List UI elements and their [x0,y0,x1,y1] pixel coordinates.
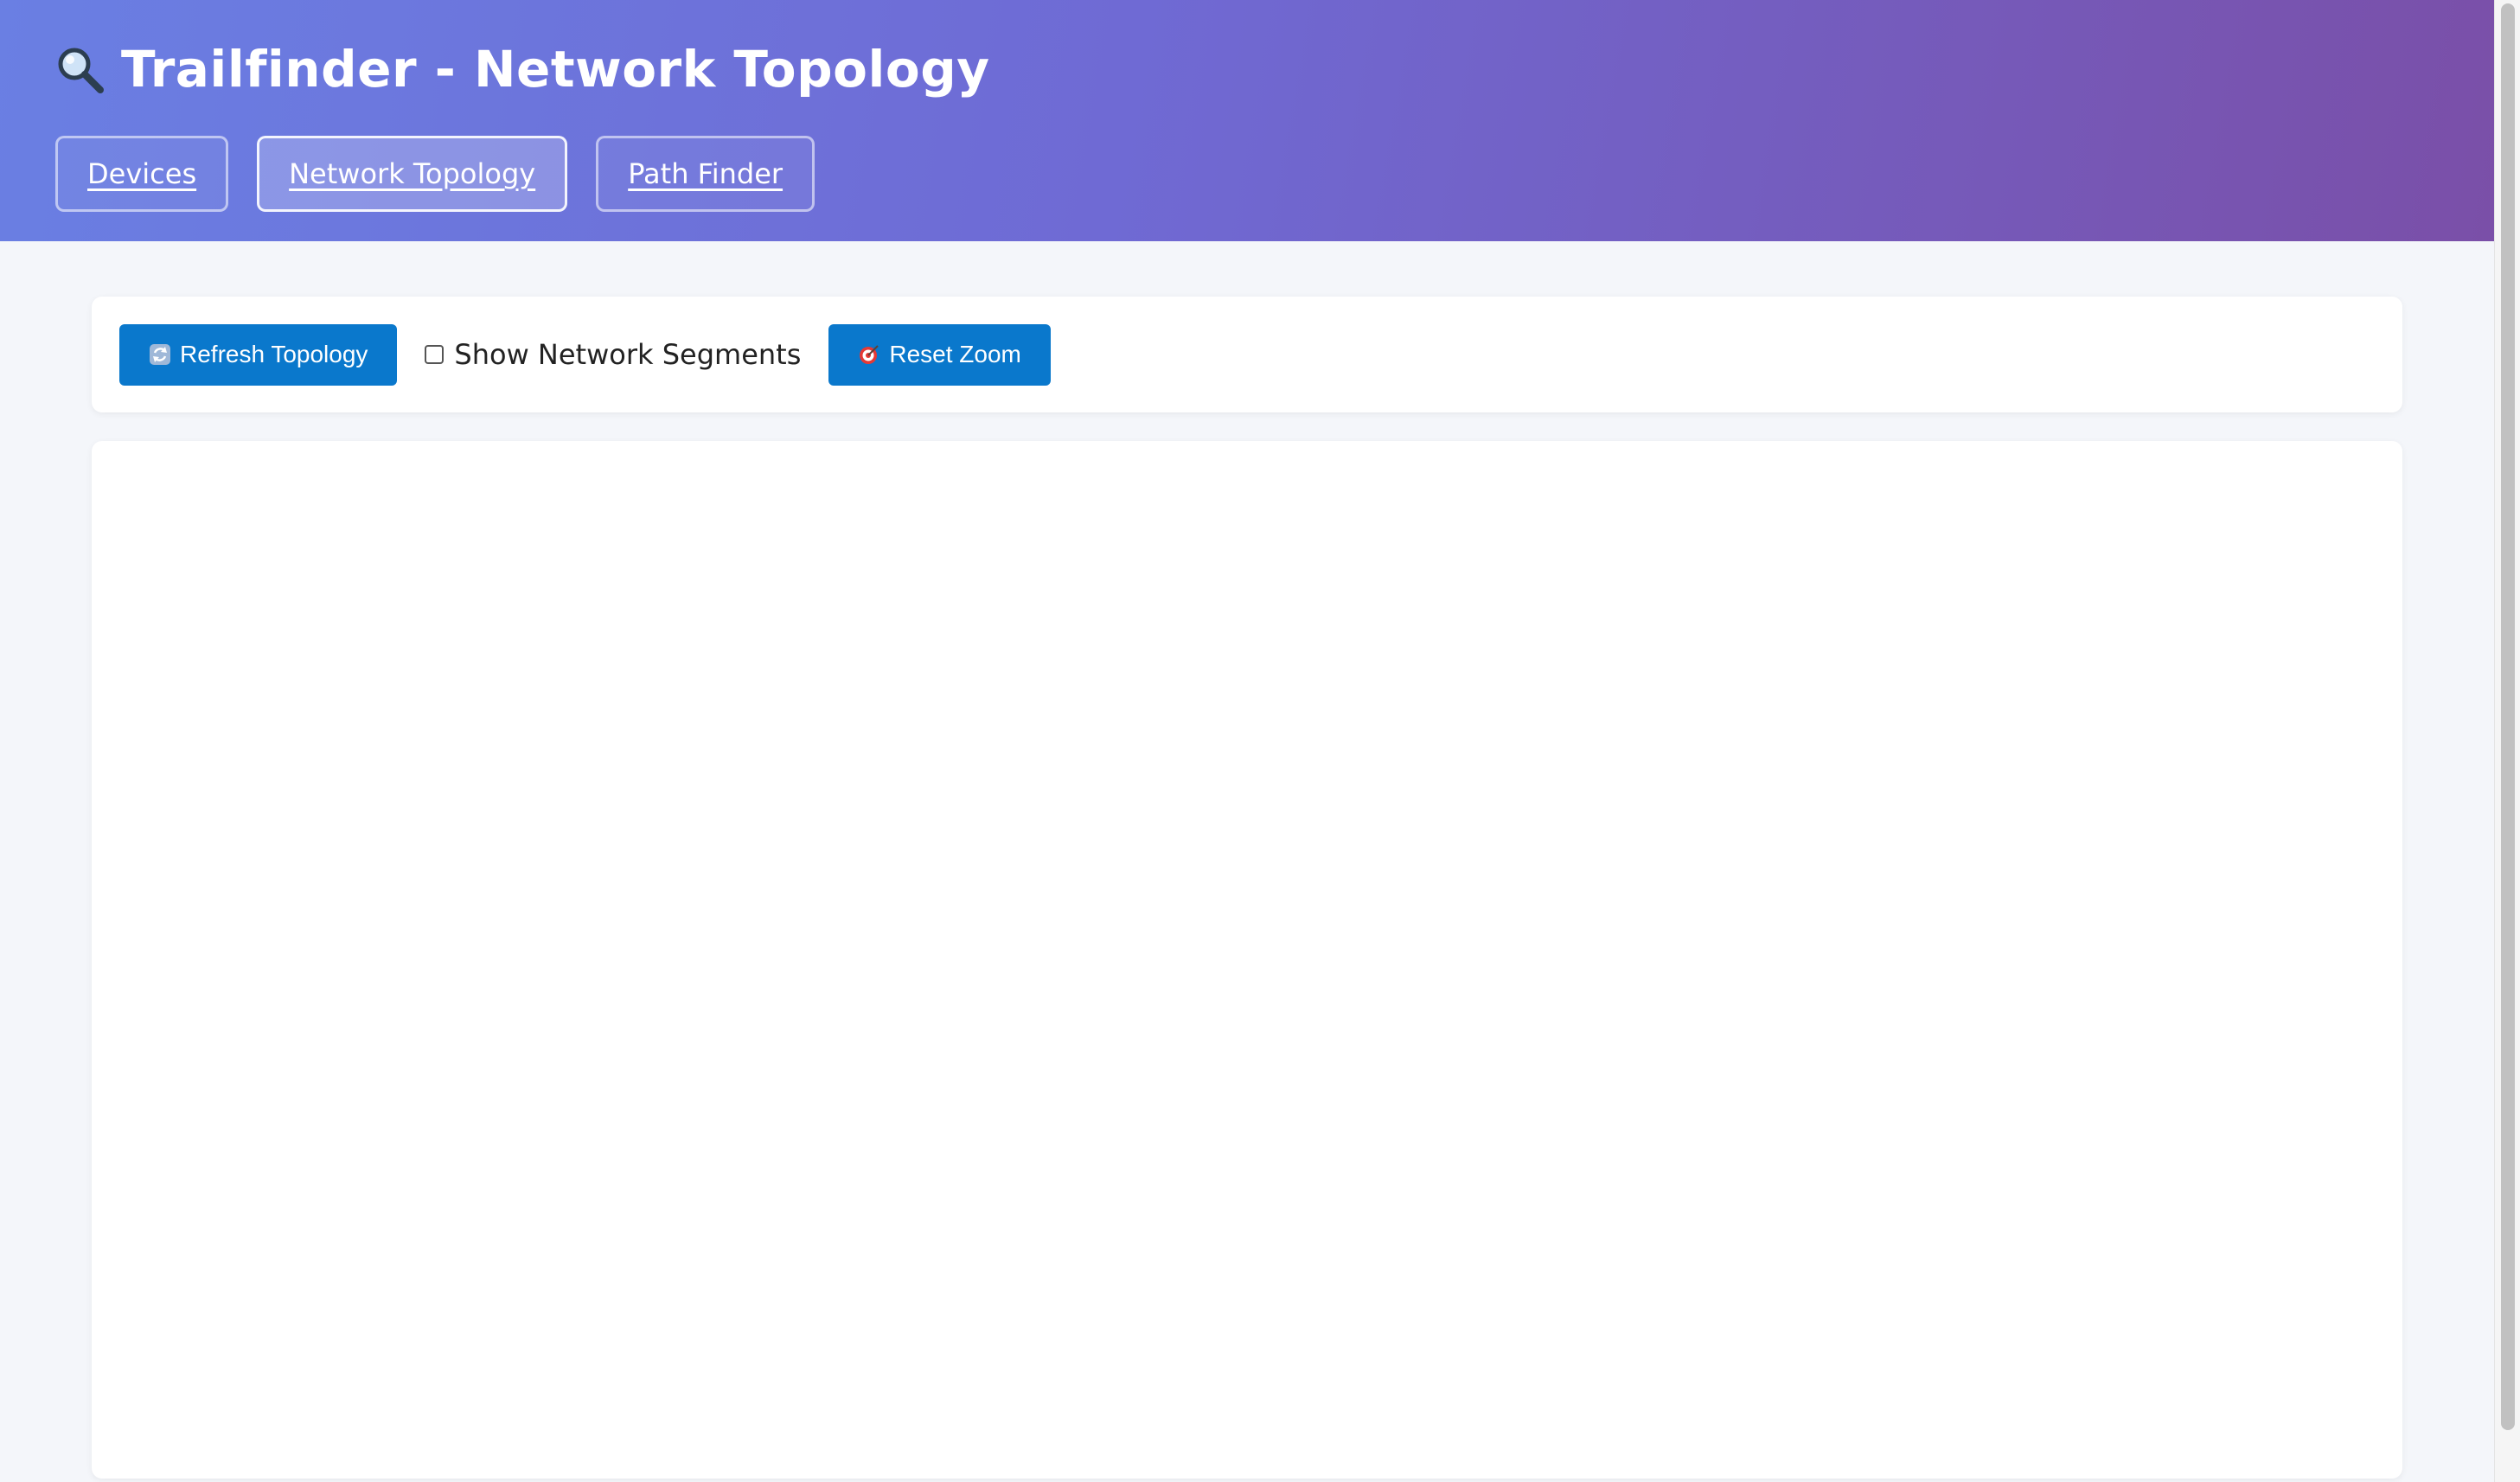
refresh-topology-button[interactable]: Refresh Topology [119,323,398,386]
header: Trailfinder - Network Topology Devices N… [0,0,2494,241]
tab-network-topology[interactable]: Network Topology [257,136,568,212]
nav-tabs: Devices Network Topology Path Finder [55,136,815,212]
toolbar: Refresh Topology Show Network Segments R… [92,297,2402,412]
show-network-segments-toggle[interactable]: Show Network Segments [425,338,801,371]
topology-canvas[interactable] [92,441,2402,1479]
refresh-icon [149,343,171,366]
reset-zoom-button[interactable]: Reset Zoom [828,323,1051,386]
tab-path-finder[interactable]: Path Finder [596,136,815,212]
refresh-topology-label: Refresh Topology [180,341,368,367]
page: Trailfinder - Network Topology Devices N… [0,0,2520,1482]
show-network-segments-checkbox[interactable] [425,345,445,364]
page-title-text: Trailfinder - Network Topology [121,40,990,99]
scrollbar-thumb[interactable] [2501,3,2515,1430]
magnifier-icon [54,43,106,95]
reset-zoom-label: Reset Zoom [889,341,1021,367]
target-icon [858,343,880,366]
vertical-scrollbar[interactable] [2494,0,2520,1482]
page-title: Trailfinder - Network Topology [54,38,990,100]
tab-devices[interactable]: Devices [55,136,229,212]
show-network-segments-label: Show Network Segments [454,338,802,371]
